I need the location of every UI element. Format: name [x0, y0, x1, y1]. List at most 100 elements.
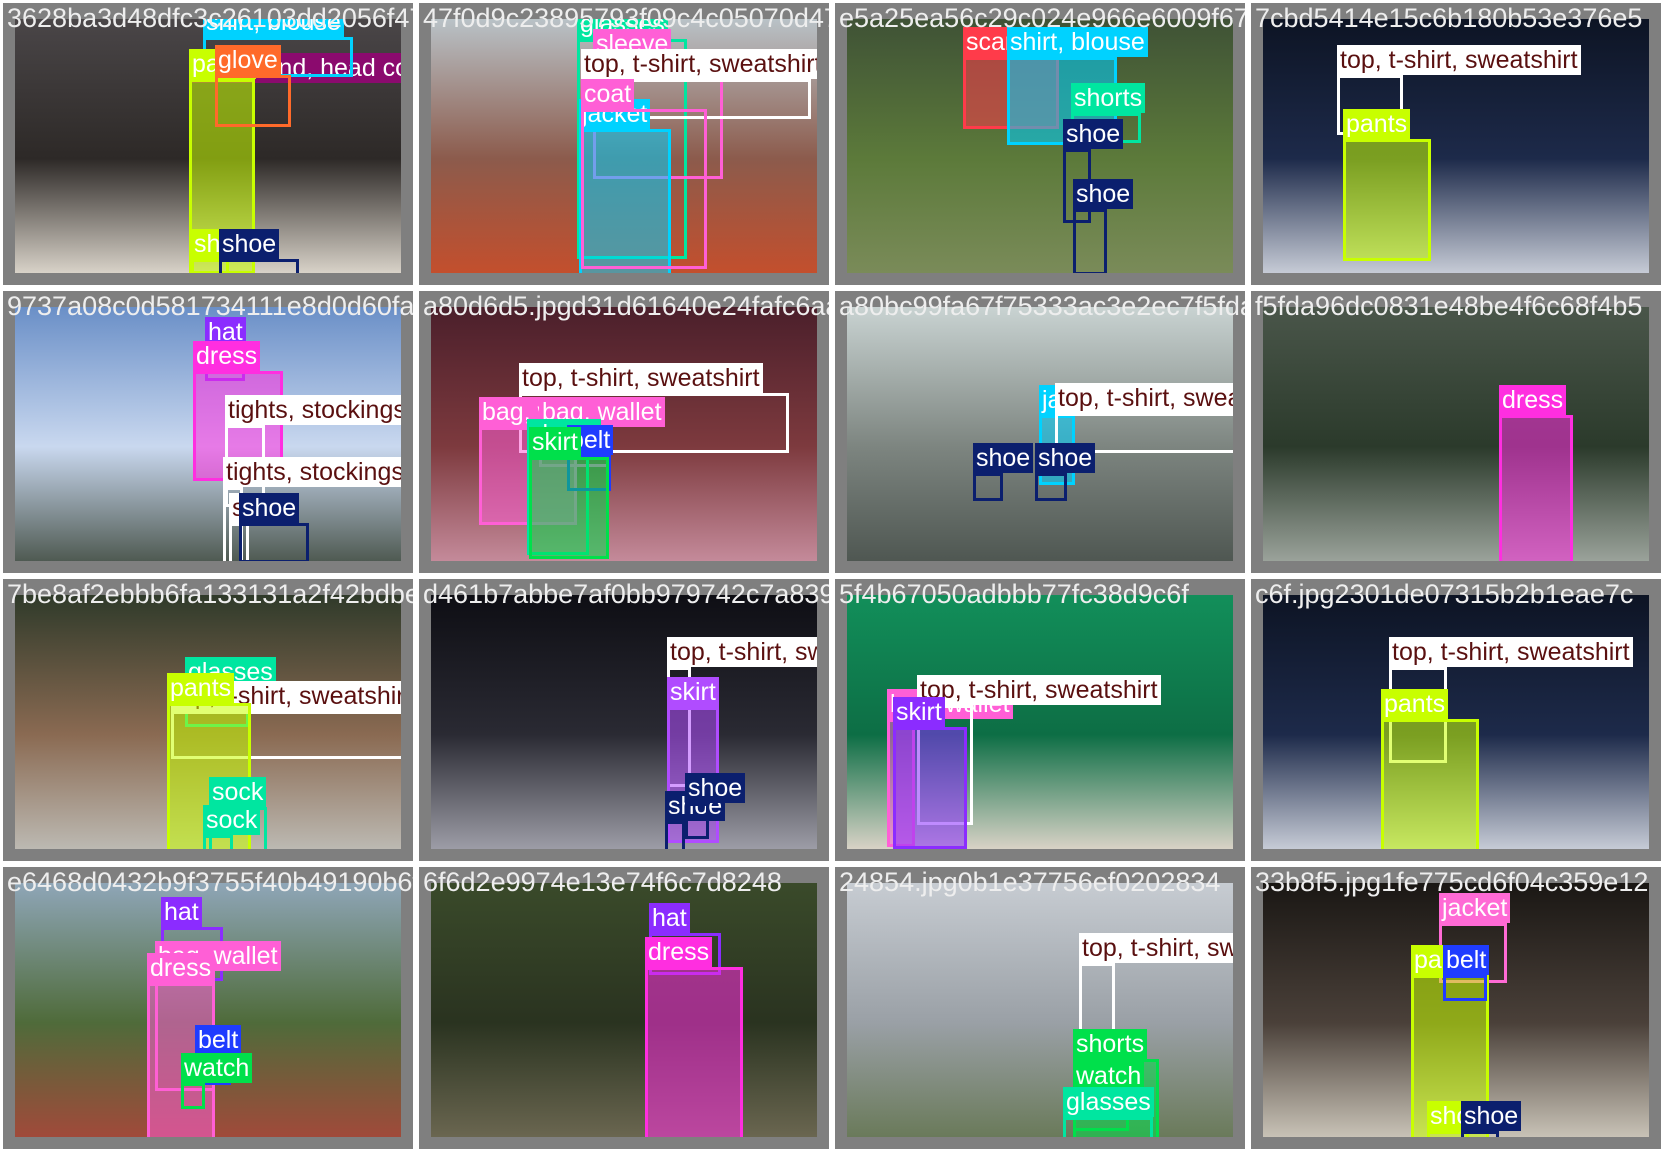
detection-label: sock	[209, 777, 267, 807]
segmentation-mask	[1502, 418, 1570, 561]
mosaic-tile: headband, head covering, hair accessorys…	[3, 3, 413, 285]
detection-label: hat	[649, 903, 690, 933]
detection-box: watch	[181, 1053, 253, 1109]
detection-box: shoe	[1073, 179, 1134, 273]
tile-photo: bag, wallettop, t-shirt, sweatshirtskirt	[847, 595, 1233, 849]
detection-label: top, t-shirt, sweatshirt	[581, 49, 817, 79]
detection-label: top, t-shirt, sweatshirt	[1337, 45, 1581, 75]
detection-label: dress	[147, 953, 215, 983]
mosaic-tile: top, t-shirt, sweatshirtshortswatchglass…	[835, 867, 1245, 1149]
detection-label: top, t-shirt, sweatshirt	[667, 637, 817, 667]
tile-photo: hat dress	[431, 883, 817, 1137]
mosaic-tile: jacketpantsbeltshoeshoe33b8f5.jpg1fe775c…	[1251, 867, 1661, 1149]
detection-box: belt	[1443, 945, 1490, 1001]
detection-box: pants	[1381, 689, 1479, 849]
tile-photo: headband, head covering, hair accessorys…	[15, 19, 401, 273]
segmentation-mask	[896, 730, 964, 846]
mosaic-tile: top, t-shirt, sweatshirt pants c6f.jpg2301…	[1251, 579, 1661, 861]
detection-label: top, t-shirt, sweatshirt	[1079, 933, 1233, 963]
mosaic-tile: glasses top, t-shirt, sweatshirt pants sock…	[3, 579, 413, 861]
detection-label: shirt, blouse	[1007, 27, 1148, 57]
detection-box: shoe	[973, 443, 1034, 501]
mosaic-tile: top, t-shirt, sweatshirt pants 7cbd5414e15…	[1251, 3, 1661, 285]
tile-photo: top, t-shirt, sweatshirtbag, walletbag, …	[431, 307, 817, 561]
detection-label: skirt	[667, 677, 719, 707]
tile-photo: top, t-shirt, sweatshirtshortswatchglass…	[847, 883, 1233, 1137]
segmentation-mask	[1346, 142, 1428, 258]
detection-box: skirt	[529, 427, 609, 559]
detection-box: coat	[581, 79, 707, 269]
detection-label: shirt, blouse	[203, 19, 344, 37]
detection-label: top, t-shirt, sweatshirt	[519, 363, 763, 393]
detection-mosaic: headband, head covering, hair accessorys…	[0, 0, 1664, 1152]
detection-box: dress	[1499, 385, 1573, 561]
detection-box: shoe	[239, 493, 309, 561]
detection-label: shoe	[685, 773, 746, 803]
detection-label: watch	[181, 1053, 253, 1083]
detection-label: shoe	[239, 493, 300, 523]
detection-label: dress	[193, 341, 261, 371]
detection-label: dress	[1499, 385, 1567, 415]
segmentation-mask	[648, 970, 740, 1137]
detection-label: shorts	[1073, 1029, 1148, 1059]
mosaic-tile: scarf shirt, blouse shorts shoe shoe e5a25ea5…	[835, 3, 1245, 285]
mosaic-tile: bag, wallettop, t-shirt, sweatshirtskirt…	[835, 579, 1245, 861]
tile-photo: top, t-shirt, sweatshirt pants	[1263, 595, 1649, 849]
detection-box: dress	[645, 937, 743, 1137]
tile-photo: hat dress tights, stockings tights, stockin…	[15, 307, 401, 561]
detection-label: shorts	[1071, 83, 1146, 113]
detection-label: top, t-shirt, sweatshirt	[1389, 637, 1633, 667]
detection-label: shoe	[1035, 443, 1096, 473]
detection-box: pants	[1343, 109, 1431, 261]
tile-photo: hat bag, wallet dress belt watch	[15, 883, 401, 1137]
detection-label: pants	[1343, 109, 1411, 139]
detection-label: pants	[1381, 689, 1449, 719]
detection-label: hat	[161, 897, 202, 927]
detection-box: shoe	[665, 791, 726, 849]
detection-label: top, t-shirt, sweatshirt	[917, 675, 1161, 705]
detection-box: glove	[215, 45, 291, 127]
detection-label: shoe	[1063, 119, 1124, 149]
detection-label: belt	[1443, 945, 1490, 975]
detection-label: skirt	[529, 427, 581, 457]
detection-box: shoe	[685, 773, 746, 839]
mosaic-tile: jackettop, t-shirt, sweatshirtshoeshoea8…	[835, 291, 1245, 573]
detection-box: shoe	[1461, 1101, 1522, 1137]
detection-label: sock	[203, 805, 261, 835]
tile-photo: jacketpantsbeltshoeshoe	[1263, 883, 1649, 1137]
segmentation-mask	[532, 460, 606, 556]
tile-photo: jackettop, t-shirt, sweatshirtshoeshoe	[847, 307, 1233, 561]
detection-box: shoe	[219, 229, 299, 273]
detection-label: dress	[645, 937, 713, 967]
mosaic-tile: hat dress 6f6d2e9974e13e74f6c7d8248	[419, 867, 829, 1149]
tile-photo: dress	[1263, 307, 1649, 561]
detection-label: jacket	[1439, 893, 1511, 923]
detection-box: shoe	[1035, 443, 1096, 501]
detection-label: shoe	[219, 229, 280, 259]
detection-label: coat	[581, 79, 635, 109]
detection-label: pants	[167, 673, 235, 703]
tile-photo: glasses top, t-shirt, sweatshirt pants sock…	[15, 595, 401, 849]
mosaic-tile: top, t-shirt, sweatshirtskirtshoeshoed46…	[419, 579, 829, 861]
detection-label: tights, stockings	[223, 457, 401, 487]
detection-label: tights, stockings	[225, 395, 401, 425]
detection-box: skirt	[893, 697, 967, 849]
mosaic-tile: glassessleevetop, t-shirt, sweatshirtjac…	[419, 3, 829, 285]
tile-photo: top, t-shirt, sweatshirt pants	[1263, 19, 1649, 273]
detection-label: glove	[215, 45, 281, 75]
detection-label: shoe	[1073, 179, 1134, 209]
mosaic-tile: top, t-shirt, sweatshirtbag, walletbag, …	[419, 291, 829, 573]
detection-label: glasses	[1063, 1087, 1154, 1117]
tile-photo: top, t-shirt, sweatshirt skirt shoeshoe	[431, 595, 817, 849]
detection-label: shoe	[973, 443, 1034, 473]
detection-box: sock	[203, 805, 261, 849]
segmentation-mask	[1384, 722, 1476, 849]
mosaic-tile: hat bag, wallet dress belt watch e6468d0432b9…	[3, 867, 413, 1149]
tile-photo: scarf shirt, blouse shorts shoe shoe	[847, 19, 1233, 273]
tile-photo: glassessleevetop, t-shirt, sweatshirtjac…	[431, 19, 817, 273]
mosaic-tile: hat dress tights, stockings tights, stockin…	[3, 291, 413, 573]
mosaic-tile: dress f5fda96dc0831e48be4f6c68f4b5	[1251, 291, 1661, 573]
detection-label: top, t-shirt, sweatshirt	[1055, 383, 1233, 413]
detection-box: glasses	[1063, 1087, 1154, 1137]
detection-label: skirt	[893, 697, 945, 727]
